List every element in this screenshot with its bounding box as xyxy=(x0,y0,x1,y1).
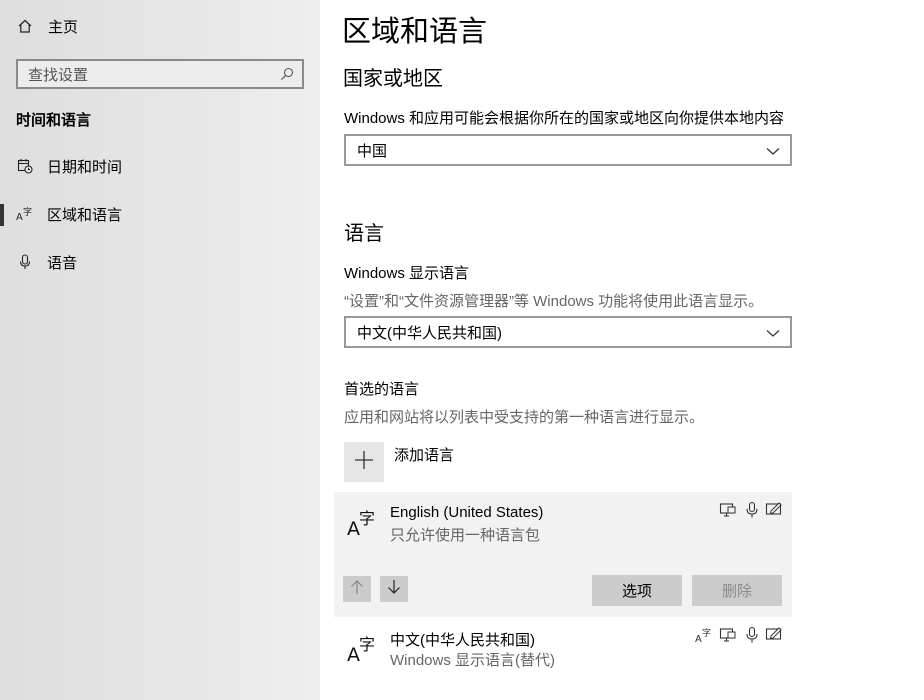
home-nav-item[interactable]: 主页 xyxy=(0,11,320,41)
display-language-selected: 中文(中华人民共和国) xyxy=(357,324,502,342)
home-label: 主页 xyxy=(48,18,79,36)
handwriting-icon xyxy=(765,500,783,518)
display-language-feature-icon xyxy=(719,626,737,644)
language-icon: A字 xyxy=(16,205,34,223)
language-item-english[interactable]: A字 English (United States) 只允许使用一种语言包 选项… xyxy=(334,492,792,617)
handwriting-icon xyxy=(765,625,783,643)
microphone-icon xyxy=(16,253,34,271)
page-title: 区域和语言 xyxy=(342,16,488,48)
microphone-icon xyxy=(743,501,761,519)
sidebar-section-title: 时间和语言 xyxy=(16,112,92,129)
svg-text:A: A xyxy=(695,634,702,644)
main-content: 区域和语言 国家或地区 Windows 和应用可能会根据你所在的国家或地区向你提… xyxy=(320,0,924,700)
calendar-clock-icon xyxy=(16,157,34,175)
preferred-languages-label: 首选的语言 xyxy=(344,381,420,398)
microphone-icon xyxy=(743,626,761,644)
arrow-down-icon xyxy=(387,579,401,600)
language-heading: 语言 xyxy=(344,223,384,245)
sidebar-item-label: 日期和时间 xyxy=(47,158,123,176)
language-icon: A字 xyxy=(347,507,379,540)
sidebar-item-region-language[interactable]: A字 区域和语言 xyxy=(0,199,320,229)
remove-button[interactable]: 删除 xyxy=(692,575,782,606)
plus-icon xyxy=(354,450,374,475)
svg-text:字: 字 xyxy=(23,206,32,218)
language-pack-feature-icon: A字 xyxy=(695,626,713,645)
language-item-chinese[interactable]: A字 中文(中华人民共和国) Windows 显示语言(替代) A字 xyxy=(334,617,792,679)
language-detail: Windows 显示语言(替代) xyxy=(390,652,556,669)
arrow-up-icon xyxy=(350,579,364,600)
display-language-label: Windows 显示语言 xyxy=(344,265,470,282)
display-language-feature-icon xyxy=(719,501,737,519)
options-button[interactable]: 选项 xyxy=(592,575,682,606)
search-input[interactable]: 查找设置 xyxy=(16,59,304,89)
sidebar-item-label: 区域和语言 xyxy=(47,206,123,224)
country-heading: 国家或地区 xyxy=(343,68,443,90)
sidebar: 主页 查找设置 时间和语言 日期和时间 A字 区域和语言 语音 xyxy=(0,0,320,700)
country-dropdown[interactable]: 中国 xyxy=(344,134,792,166)
language-name: English (United States) xyxy=(390,504,544,521)
country-selected: 中国 xyxy=(357,142,388,160)
display-language-description: “设置”和“文件资源管理器”等 Windows 功能将使用此语言显示。 xyxy=(344,293,764,310)
sidebar-item-label: 语音 xyxy=(47,254,78,272)
language-name: 中文(中华人民共和国) xyxy=(390,632,535,649)
chevron-down-icon xyxy=(766,326,780,338)
sidebar-item-date-time[interactable]: 日期和时间 xyxy=(0,151,320,181)
sidebar-item-speech[interactable]: 语音 xyxy=(0,247,320,277)
svg-text:字: 字 xyxy=(702,627,711,639)
add-language-label[interactable]: 添加语言 xyxy=(394,444,454,465)
svg-text:字: 字 xyxy=(359,509,375,528)
chevron-down-icon xyxy=(766,144,780,156)
language-detail: 只允许使用一种语言包 xyxy=(390,527,541,544)
home-icon xyxy=(16,17,34,35)
language-icon: A字 xyxy=(347,633,379,666)
svg-text:字: 字 xyxy=(359,635,375,654)
svg-text:A: A xyxy=(16,212,23,222)
move-down-button[interactable] xyxy=(380,576,408,602)
add-language-button[interactable] xyxy=(344,442,384,482)
search-placeholder: 查找设置 xyxy=(28,66,89,84)
display-language-dropdown[interactable]: 中文(中华人民共和国) xyxy=(344,316,792,348)
move-up-button[interactable] xyxy=(343,576,371,602)
search-icon[interactable] xyxy=(280,67,294,81)
preferred-languages-description: 应用和网站将以列表中受支持的第一种语言进行显示。 xyxy=(344,409,705,426)
country-description: Windows 和应用可能会根据你所在的国家或地区向你提供本地内容 xyxy=(344,110,785,127)
